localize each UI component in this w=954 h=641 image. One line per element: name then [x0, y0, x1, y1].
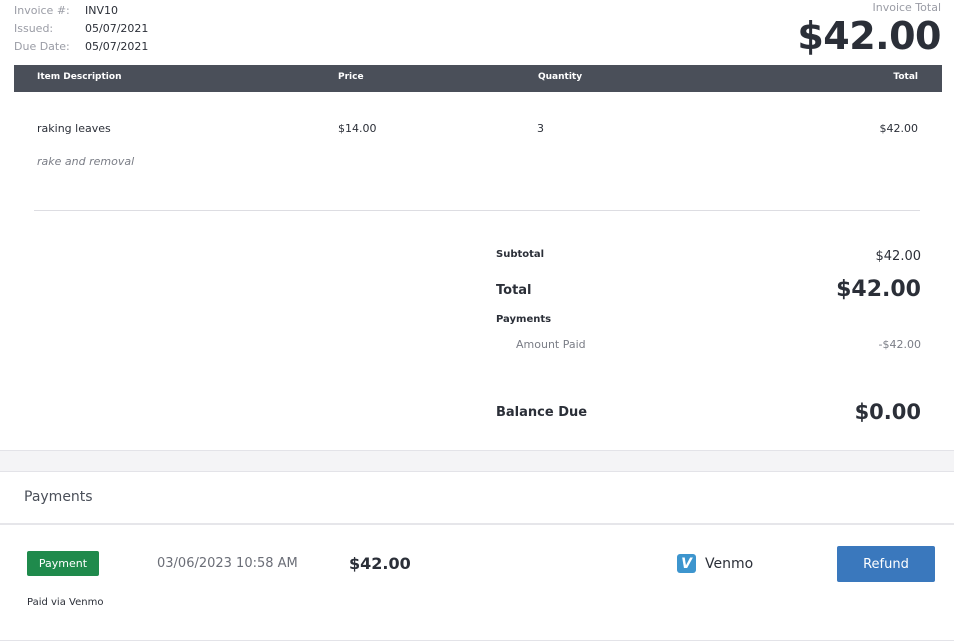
payment-date: 03/06/2023 10:58 AM	[157, 556, 298, 571]
item-name: raking leaves	[37, 122, 111, 135]
subtotal-value: $42.00	[875, 249, 922, 264]
column-header-total: Total	[893, 72, 918, 82]
invoice-total: $42.00	[797, 14, 941, 58]
total-value: $42.00	[836, 277, 921, 302]
issued-label: Issued:	[14, 22, 54, 35]
payment-type-badge: Payment	[27, 551, 99, 576]
refund-button[interactable]: Refund	[837, 546, 935, 582]
payments-card: Payments Payment 03/06/2023 10:58 AM $42…	[0, 471, 954, 641]
payments-section-title: Payments	[24, 489, 93, 505]
total-label: Total	[496, 283, 532, 298]
column-header-price: Price	[338, 72, 364, 82]
balance-due-value: $0.00	[854, 400, 921, 424]
payments-label: Payments	[496, 314, 552, 325]
column-header-quantity: Quantity	[538, 72, 583, 82]
invoice-meta: Invoice #: INV10 Issued: 05/07/2021 Due …	[14, 2, 148, 56]
due-date-label: Due Date:	[14, 40, 70, 53]
subtotal-label: Subtotal	[496, 249, 545, 260]
item-price: $14.00	[338, 122, 377, 135]
balance-due-label: Balance Due	[496, 405, 588, 420]
divider	[34, 210, 920, 211]
item-quantity: 3	[537, 122, 544, 135]
issued-date: 05/07/2021	[85, 22, 149, 35]
invoice-number-label: Invoice #:	[14, 4, 70, 17]
due-date: 05/07/2021	[85, 40, 149, 53]
payment-amount: $42.00	[349, 554, 411, 573]
invoice-card: Invoice #: INV10 Issued: 05/07/2021 Due …	[0, 0, 954, 451]
items-table-header: Item Description Price Quantity Total	[14, 65, 942, 92]
amount-paid-value: -$42.00	[878, 338, 921, 351]
venmo-icon: V	[677, 554, 696, 573]
item-note: rake and removal	[37, 155, 135, 168]
invoice-number: INV10	[85, 4, 118, 17]
payment-method-label: Venmo	[705, 555, 754, 572]
payments-divider	[0, 523, 954, 525]
item-total: $42.00	[879, 122, 919, 135]
invoice-total-label: Invoice Total	[872, 1, 941, 14]
amount-paid-label: Amount Paid	[516, 338, 586, 351]
payment-method: V Venmo	[677, 554, 753, 573]
column-header-description: Item Description	[37, 72, 122, 82]
payment-note: Paid via Venmo	[27, 597, 104, 608]
